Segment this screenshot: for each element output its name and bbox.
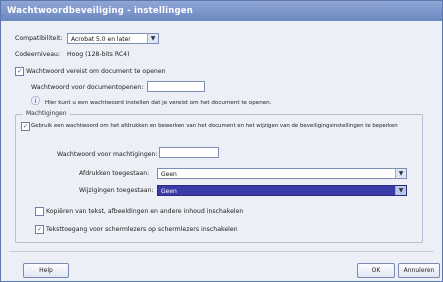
checkmark-icon: ✓ [36, 226, 43, 233]
compat-select[interactable]: Acrobat 5.0 en later ▼ [67, 33, 159, 44]
enable-copy-checkbox[interactable] [35, 207, 44, 216]
perm-password-input[interactable] [159, 147, 219, 158]
changes-select[interactable]: Geen ▼ [157, 185, 407, 196]
open-password-label: Wachtwoord voor documentopenen: [31, 84, 144, 91]
checkmark-icon: ✓ [22, 123, 29, 130]
restrict-permissions-checkbox[interactable]: ✓ [21, 122, 30, 131]
encryption-value: Hoog (128-bits RC4) [67, 51, 130, 58]
help-button[interactable]: Help [23, 263, 69, 278]
cancel-button[interactable]: Annuleren [398, 263, 440, 278]
require-open-password-label: Wachtwoord vereist om document te openen [26, 68, 166, 75]
enable-copy-label: Kopiëren van tekst, afbeeldingen en ande… [46, 208, 244, 215]
compat-value: Acrobat 5.0 en later [71, 36, 131, 43]
chevron-down-icon: ▼ [147, 34, 158, 43]
printing-value: Geen [161, 171, 177, 178]
ok-button[interactable]: OK [357, 263, 395, 278]
changes-value: Geen [161, 188, 177, 195]
info-icon: ⓘ [31, 97, 41, 107]
checkmark-icon: ✓ [16, 68, 23, 75]
open-password-input[interactable] [147, 81, 205, 92]
require-open-password-checkbox[interactable]: ✓ [15, 67, 24, 76]
chevron-down-icon: ▼ [395, 186, 406, 195]
enable-screenreader-checkbox[interactable]: ✓ [35, 225, 44, 234]
printing-label: Afdrukken toegestaan: [79, 170, 150, 177]
dialog-title: Wachtwoordbeveiliging - instellingen [1, 1, 442, 21]
password-security-dialog: Wachtwoordbeveiliging - instellingen Com… [0, 0, 443, 282]
restrict-permissions-label: Gebruik een wachtwoord om het afdrukken … [31, 123, 398, 129]
permissions-group-label: Machtigingen [23, 110, 70, 117]
changes-label: Wijzigingen toegestaan: [79, 187, 154, 194]
enable-screenreader-label: Teksttoegang voor schermlezers op scherm… [46, 226, 238, 233]
encryption-label: Codeerniveau: [15, 51, 60, 58]
printing-select[interactable]: Geen ▼ [157, 168, 407, 179]
footer-divider [9, 251, 434, 252]
perm-password-label: Wachtwoord voor machtigingen: [57, 151, 158, 158]
open-password-info: Hier kunt u een wachtwoord instellen dat… [45, 100, 272, 106]
chevron-down-icon: ▼ [395, 169, 406, 178]
compat-label: Compatibiliteit: [15, 35, 63, 42]
